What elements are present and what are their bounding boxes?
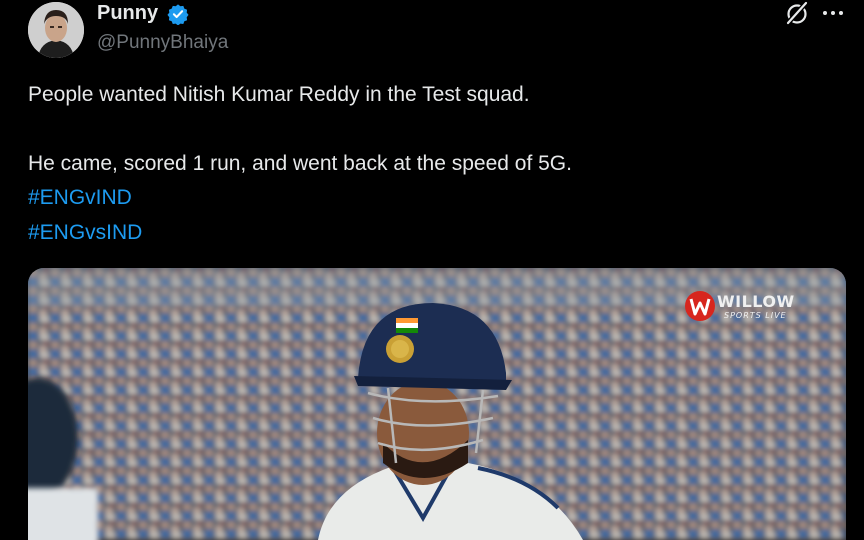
author-handle[interactable]: @PunnyBhaiya [97,32,228,54]
grok-icon[interactable] [784,0,810,26]
avatar[interactable] [28,2,84,58]
more-icon[interactable] [820,8,846,18]
hashtag-link[interactable]: #ENGvIND [28,186,132,210]
tweet-text-line: He came, scored 1 run, and went back at … [28,152,572,175]
willow-logo-subtext: SPORTS LIVE [724,311,787,320]
avatar-image [28,2,84,58]
verified-badge-icon[interactable] [167,3,189,25]
author-display-name[interactable]: Punny [97,2,158,25]
willow-logo-text: WILLOW [717,292,795,311]
hashtag-link[interactable]: #ENGvsIND [28,221,142,245]
tweet-text-line: People wanted Nitish Kumar Reddy in the … [28,83,530,106]
